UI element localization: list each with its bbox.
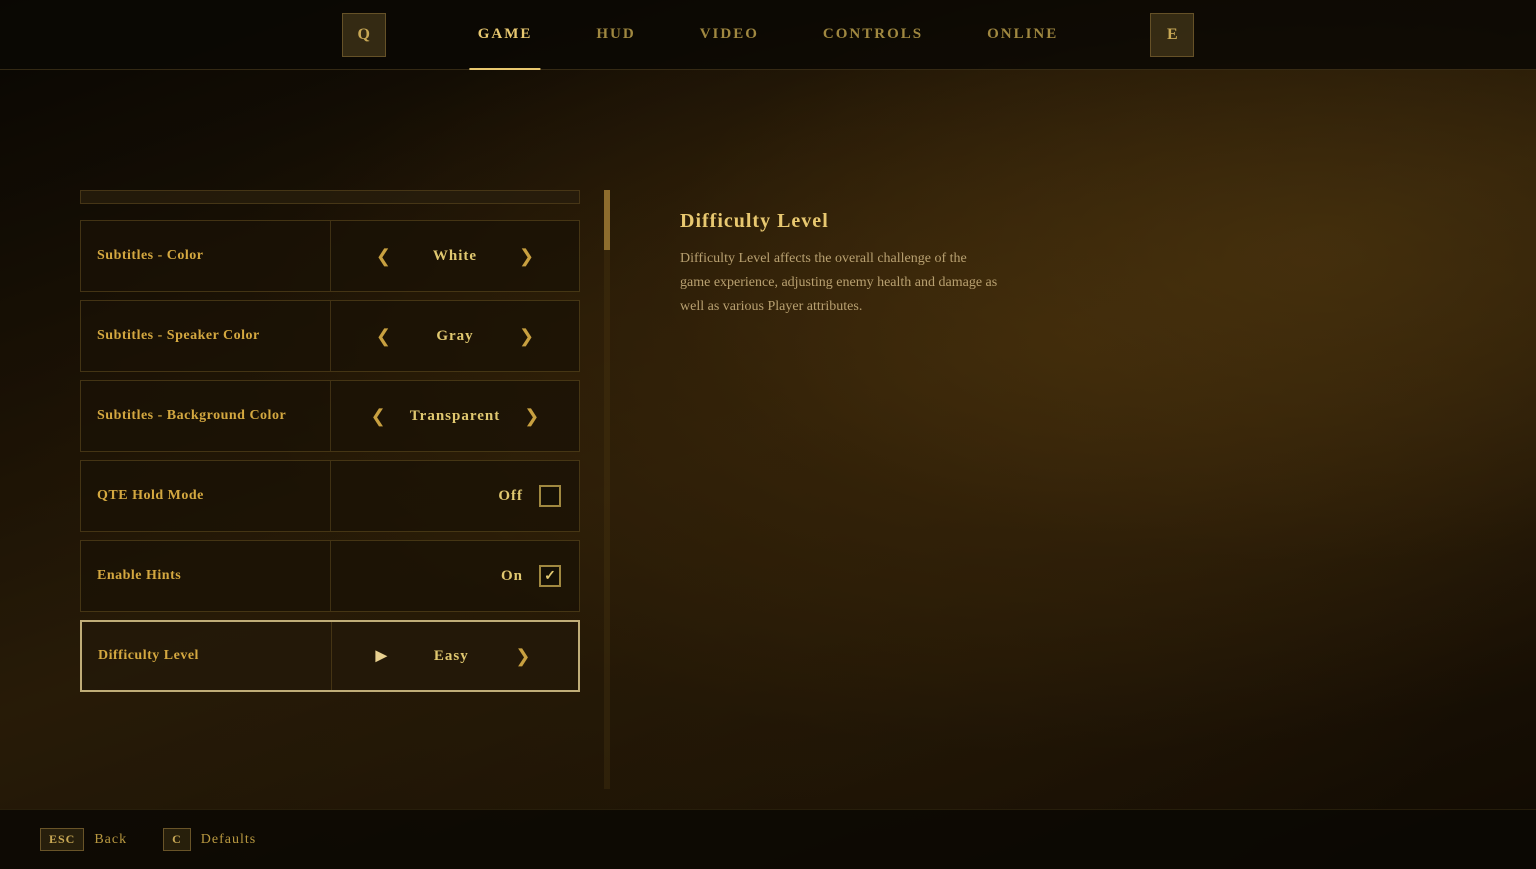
subtitles-color-value: White — [415, 248, 495, 265]
setting-difficulty-level[interactable]: Difficulty Level ► Easy ❯ — [80, 620, 580, 692]
setting-subtitles-color[interactable]: Subtitles - Color ❮ White ❯ — [80, 220, 580, 292]
subtitles-bg-prev[interactable]: ❮ — [363, 402, 394, 431]
setting-subtitles-bg-color[interactable]: Subtitles - Background Color ❮ Transpare… — [80, 380, 580, 452]
settings-list: Subtitles - Color ❮ White ❯ Subtitles - … — [80, 190, 580, 692]
subtitles-color-value-area: ❮ White ❯ — [331, 221, 579, 291]
subtitles-bg-next[interactable]: ❯ — [516, 402, 547, 431]
scroll-track[interactable] — [604, 190, 610, 789]
tab-hud[interactable]: HUD — [564, 0, 667, 70]
difficulty-value: Easy — [411, 648, 491, 665]
nav-bar: Q GAME HUD VIDEO CONTROLS ONLINE E — [0, 0, 1536, 70]
qte-hold-checkbox[interactable] — [539, 485, 561, 507]
nav-tabs: GAME HUD VIDEO CONTROLS ONLINE — [446, 0, 1091, 70]
qte-hold-label: QTE Hold Mode — [81, 461, 331, 531]
top-partial-bar — [80, 190, 580, 204]
back-label: Back — [94, 832, 127, 848]
nav-icon-right[interactable]: E — [1150, 13, 1194, 57]
right-panel: Difficulty Level Difficulty Level affect… — [620, 70, 1536, 869]
enable-hints-label: Enable Hints — [81, 541, 331, 611]
back-button[interactable]: ESC Back — [40, 828, 127, 851]
setting-enable-hints[interactable]: Enable Hints On — [80, 540, 580, 612]
difficulty-label: Difficulty Level — [82, 622, 332, 690]
subtitles-speaker-prev[interactable]: ❮ — [368, 322, 399, 351]
qte-hold-value: Off — [498, 488, 523, 505]
defaults-label: Defaults — [201, 832, 256, 848]
subtitles-speaker-value: Gray — [415, 328, 495, 345]
setting-qte-hold-mode[interactable]: QTE Hold Mode Off — [80, 460, 580, 532]
qte-hold-value-area: Off — [331, 461, 579, 531]
subtitles-speaker-value-area: ❮ Gray ❯ — [331, 301, 579, 371]
bottom-bar: ESC Back C Defaults — [0, 809, 1536, 869]
enable-hints-value-area: On — [331, 541, 579, 611]
left-panel: Subtitles - Color ❮ White ❯ Subtitles - … — [0, 70, 620, 869]
subtitles-color-label: Subtitles - Color — [81, 221, 331, 291]
tab-game[interactable]: GAME — [446, 0, 565, 70]
defaults-key-badge: C — [163, 828, 191, 851]
tab-video[interactable]: VIDEO — [668, 0, 791, 70]
nav-icons: Q GAME HUD VIDEO CONTROLS ONLINE E — [342, 0, 1195, 70]
info-description: Difficulty Level affects the overall cha… — [680, 247, 1000, 318]
info-title: Difficulty Level — [680, 210, 1456, 233]
subtitles-speaker-label: Subtitles - Speaker Color — [81, 301, 331, 371]
subtitles-bg-value: Transparent — [410, 408, 500, 425]
nav-icon-left[interactable]: Q — [342, 13, 386, 57]
cursor-icon: ► — [372, 645, 392, 668]
subtitles-bg-label: Subtitles - Background Color — [81, 381, 331, 451]
subtitles-color-prev[interactable]: ❮ — [368, 242, 399, 271]
difficulty-value-area: ► Easy ❯ — [332, 622, 578, 690]
subtitles-speaker-next[interactable]: ❯ — [511, 322, 542, 351]
main-content: Subtitles - Color ❮ White ❯ Subtitles - … — [0, 70, 1536, 869]
tab-online[interactable]: ONLINE — [955, 0, 1090, 70]
subtitles-color-next[interactable]: ❯ — [511, 242, 542, 271]
back-key-badge: ESC — [40, 828, 84, 851]
scroll-thumb — [604, 190, 610, 250]
enable-hints-value: On — [501, 568, 523, 585]
difficulty-next[interactable]: ❯ — [507, 642, 538, 671]
subtitles-bg-value-area: ❮ Transparent ❯ — [331, 381, 579, 451]
enable-hints-checkbox[interactable] — [539, 565, 561, 587]
defaults-button[interactable]: C Defaults — [163, 828, 256, 851]
setting-subtitles-speaker-color[interactable]: Subtitles - Speaker Color ❮ Gray ❯ — [80, 300, 580, 372]
tab-controls[interactable]: CONTROLS — [791, 0, 955, 70]
